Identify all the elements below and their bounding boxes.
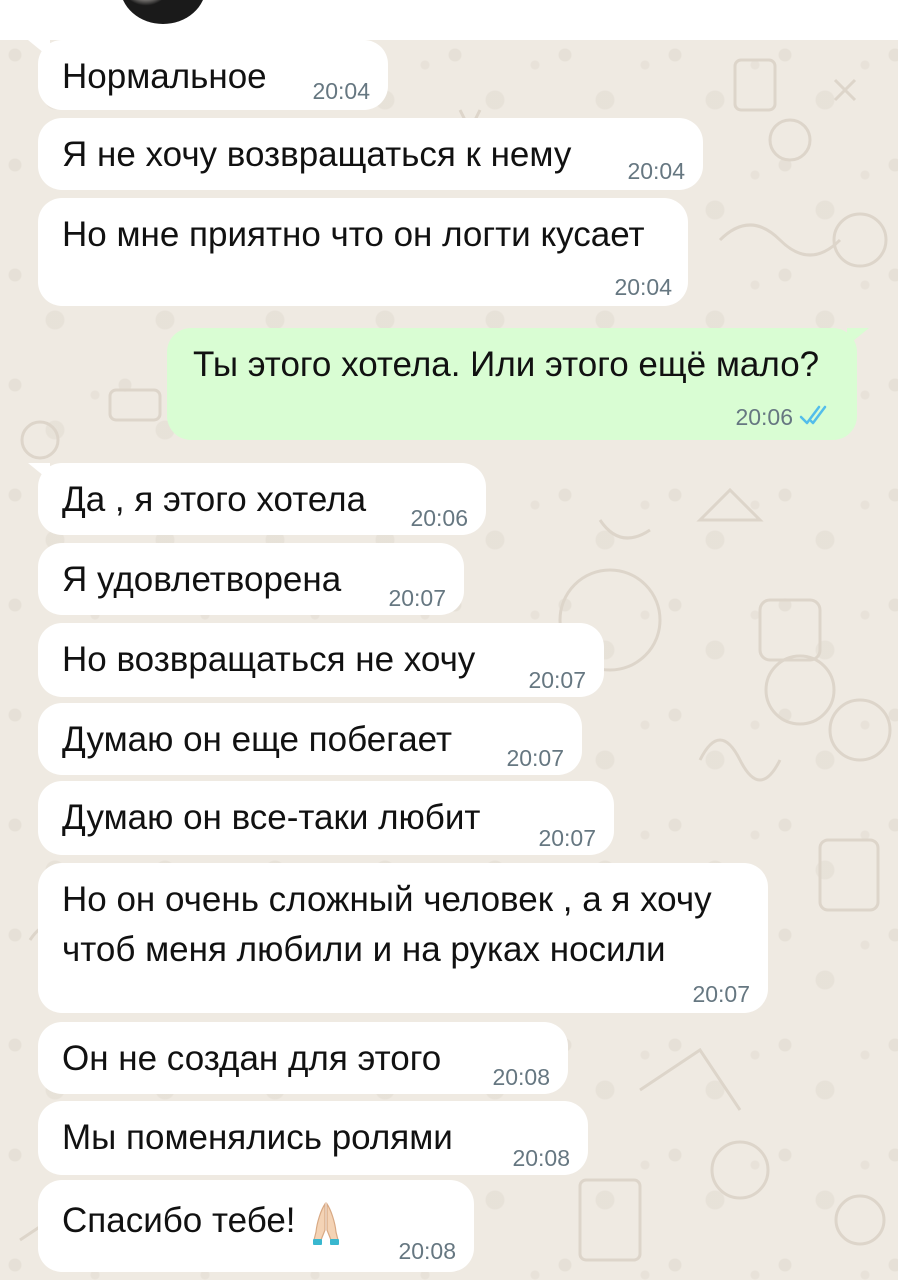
message-text: Думаю он все-таки любит: [62, 798, 481, 837]
incoming-message[interactable]: Я удовлетворена 20:07: [38, 543, 464, 615]
message-text: Думаю он еще побегает: [62, 720, 452, 759]
message-text: Я не хочу возвращаться к нему: [62, 135, 572, 174]
message-time: 20:04: [312, 78, 370, 104]
message-time: 20:04: [627, 158, 685, 184]
message-text: Я удовлетворена: [62, 560, 342, 599]
message-time: 20:07: [388, 585, 446, 611]
message-text-wrap: Спасибо тебе!: [62, 1196, 344, 1246]
message-time: 20:07: [528, 667, 586, 693]
message-text-line-1: Но он очень сложный человек , а я хочу: [62, 880, 712, 919]
double-check-read-icon: [799, 405, 827, 425]
incoming-message[interactable]: Спасибо тебе! 20:08: [38, 1180, 474, 1272]
message-text: Спасибо тебе!: [62, 1201, 296, 1240]
incoming-message[interactable]: Я не хочу возвращаться к нему 20:04: [38, 118, 703, 190]
message-text-line-2: чтоб меня любили и на руках носили: [62, 930, 666, 969]
message-time: 20:07: [538, 825, 596, 851]
folded-hands-emoji: [312, 1201, 339, 1245]
incoming-message[interactable]: Думаю он еще побегает 20:07: [38, 703, 582, 775]
incoming-message[interactable]: Да , я этого хотела 20:06: [28, 463, 486, 535]
message-time: 20:06: [735, 404, 793, 430]
message-text: Но возвращаться не хочу: [62, 640, 476, 679]
bubble-tail: [28, 40, 50, 58]
contact-avatar[interactable]: [120, 0, 206, 24]
incoming-message[interactable]: Мы поменялись ролями 20:08: [38, 1101, 588, 1175]
incoming-message[interactable]: Нормальное 20:04: [28, 40, 388, 110]
message-time: 20:08: [512, 1145, 570, 1171]
message-time: 20:07: [506, 745, 564, 771]
bubble-tail: [847, 328, 869, 346]
message-time: 20:07: [692, 981, 750, 1007]
message-time: 20:06: [410, 505, 468, 531]
message-text: Мы поменялись ролями: [62, 1118, 453, 1157]
message-list[interactable]: Нормальное 20:04 Я не хочу возвращаться …: [0, 40, 898, 1280]
bubble-tail: [28, 463, 50, 481]
message-text: Но мне приятно что он логти кусает: [62, 215, 645, 254]
outgoing-message[interactable]: Ты этого хотела. Или этого ещё мало? 20:…: [167, 328, 869, 440]
incoming-message[interactable]: Он не создан для этого 20:08: [38, 1022, 568, 1094]
message-text: Нормальное: [62, 57, 267, 96]
incoming-message[interactable]: Думаю он все-таки любит 20:07: [38, 781, 614, 855]
message-text: Да , я этого хотела: [62, 480, 367, 519]
incoming-message[interactable]: Но он очень сложный человек , а я хочу ч…: [38, 863, 768, 1013]
message-time: 20:04: [614, 274, 672, 300]
message-time: 20:08: [492, 1064, 550, 1090]
incoming-message[interactable]: Но мне приятно что он логти кусает 20:04: [38, 198, 688, 306]
message-time: 20:08: [398, 1238, 456, 1264]
message-text: Ты этого хотела. Или этого ещё мало?: [193, 345, 820, 384]
chat-header: [0, 0, 898, 40]
incoming-message[interactable]: Но возвращаться не хочу 20:07: [38, 623, 604, 697]
message-text: Он не создан для этого: [62, 1039, 442, 1078]
